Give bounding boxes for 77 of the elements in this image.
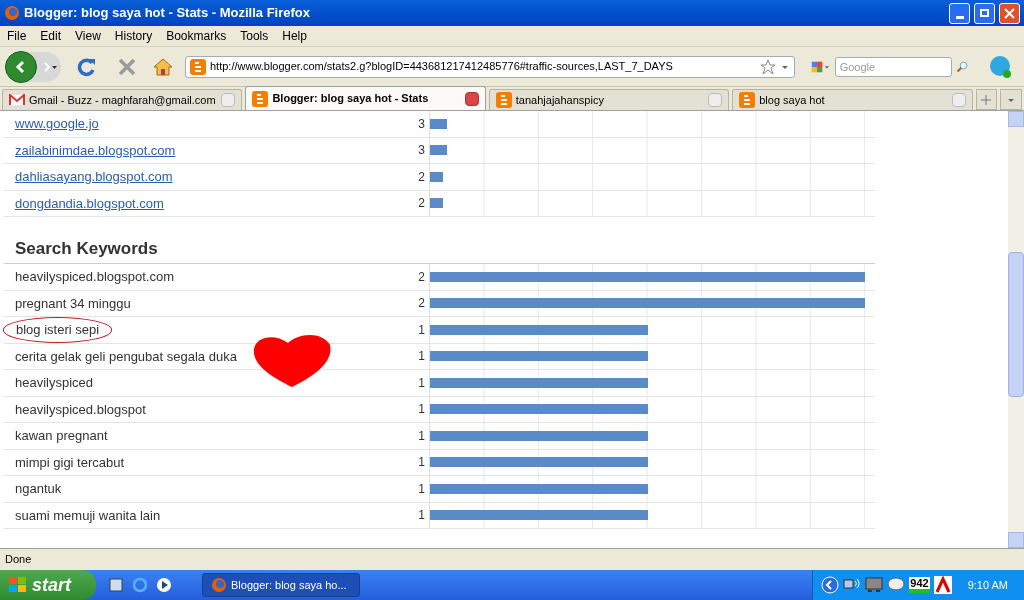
chevron-icon[interactable] [821, 576, 840, 594]
search-field[interactable]: Google [834, 56, 952, 77]
keyword-text: mimpi gigi tercabut [15, 453, 125, 472]
clock: 9:10 AM [967, 577, 1008, 593]
address-bar[interactable]: http://www.blogger.com/stats2.g?blogID=443681217412485776#traffic-sources,LAST_7_DAYS [185, 55, 795, 78]
keyword-text: heavilyspiced.blogspot [15, 400, 146, 419]
keyword-text: pregnant 34 minggu [15, 294, 131, 313]
menu-item[interactable]: History [114, 27, 153, 45]
tab[interactable]: Gmail - Buzz - maghfarah@gmail.com [2, 89, 243, 110]
count-text: 2 [417, 195, 425, 213]
chat-bubble-icon[interactable] [887, 577, 906, 593]
scrollbar[interactable] [1008, 111, 1024, 548]
monitor-icon[interactable] [865, 577, 884, 593]
home-icon[interactable] [153, 56, 173, 77]
count-text: 1 [417, 321, 425, 339]
keyword-text: heavilyspiced [15, 374, 94, 392]
window-title: Blogger: blog saya hot - Stats - Mozilla Firefox [24, 4, 312, 23]
close-icon [1004, 7, 1015, 19]
taskbar-button[interactable]: Blogger: blog saya ho... [202, 573, 360, 597]
keyword-text: cerita gelak geli pengubat segala duka [15, 347, 237, 366]
count-text: 2 [417, 168, 425, 186]
status-text: Done [5, 552, 32, 568]
site-link[interactable]: dahliasayang.blogspot.com [15, 167, 173, 187]
restore-button[interactable] [974, 2, 995, 24]
blogger-icon [495, 92, 512, 108]
keyword-text: suami memuji wanita lain [15, 506, 161, 525]
blogger-icon [739, 92, 756, 108]
blogger-icon [190, 58, 206, 75]
site-link[interactable]: dongdandia.blogspot.com [15, 193, 164, 213]
mail-icon [9, 94, 25, 106]
keyword-text: kawan pregnant [15, 427, 108, 445]
tab[interactable]: Blogger: blog saya hot - Stats [245, 86, 486, 110]
plus-icon [981, 94, 992, 105]
tab[interactable]: blog saya hot [732, 89, 973, 110]
url-text: http://www.blogger.com/stats2.g?blogID=443681217412485776#traffic-sources,LAST_7_DAYS [210, 59, 674, 75]
search-icon[interactable] [955, 58, 968, 75]
windows-logo-icon [8, 576, 28, 594]
antivirus-icon[interactable] [933, 576, 952, 594]
count-text: 2 [417, 268, 425, 286]
keyword-text: blog isteri sepi [16, 321, 100, 339]
menu-item[interactable]: Bookmarks [166, 27, 227, 45]
count-text: 2 [417, 295, 425, 313]
menu-item[interactable]: Help [282, 27, 307, 45]
star-icon[interactable] [760, 58, 776, 75]
site-link[interactable]: www.google.jo [15, 114, 99, 134]
menu-item[interactable]: Tools [240, 27, 269, 45]
count-text: 1 [417, 374, 425, 392]
stop-icon[interactable] [117, 56, 137, 77]
firefox-icon [4, 5, 20, 21]
back-forward-button[interactable] [5, 51, 61, 82]
count-text: 1 [417, 480, 425, 498]
browser-icon[interactable] [132, 577, 148, 593]
tray-counter[interactable]: 942 [909, 577, 930, 593]
reload-icon[interactable] [77, 56, 97, 77]
count-text: 3 [417, 142, 425, 160]
count-text: 3 [417, 115, 425, 133]
count-text: 1 [417, 454, 425, 472]
keyword-text: heavilyspiced.blogspot.com [15, 268, 174, 286]
menu-item[interactable]: File [7, 27, 27, 45]
count-text: 1 [417, 427, 425, 445]
tab[interactable]: tanahjajahanspicy [488, 89, 730, 110]
close-button[interactable] [999, 2, 1020, 24]
quick-launch-icon[interactable] [108, 577, 124, 593]
start-button[interactable]: start [0, 570, 96, 600]
site-link[interactable]: zailabinimdae.blogspot.com [15, 140, 176, 160]
count-text: 1 [417, 401, 425, 419]
section-heading: Search Keywords [15, 238, 159, 260]
close-tab-icon[interactable] [464, 91, 479, 106]
media-player-icon[interactable] [156, 577, 172, 593]
menu-item[interactable]: Edit [40, 27, 62, 45]
blogger-icon [252, 90, 269, 107]
keyword-text: ngantuk [15, 480, 62, 498]
minimize-button[interactable] [949, 2, 970, 24]
firefox-icon [211, 577, 227, 593]
count-text: 1 [417, 348, 425, 366]
menu-item[interactable]: View [75, 27, 101, 45]
count-text: 1 [417, 507, 425, 525]
